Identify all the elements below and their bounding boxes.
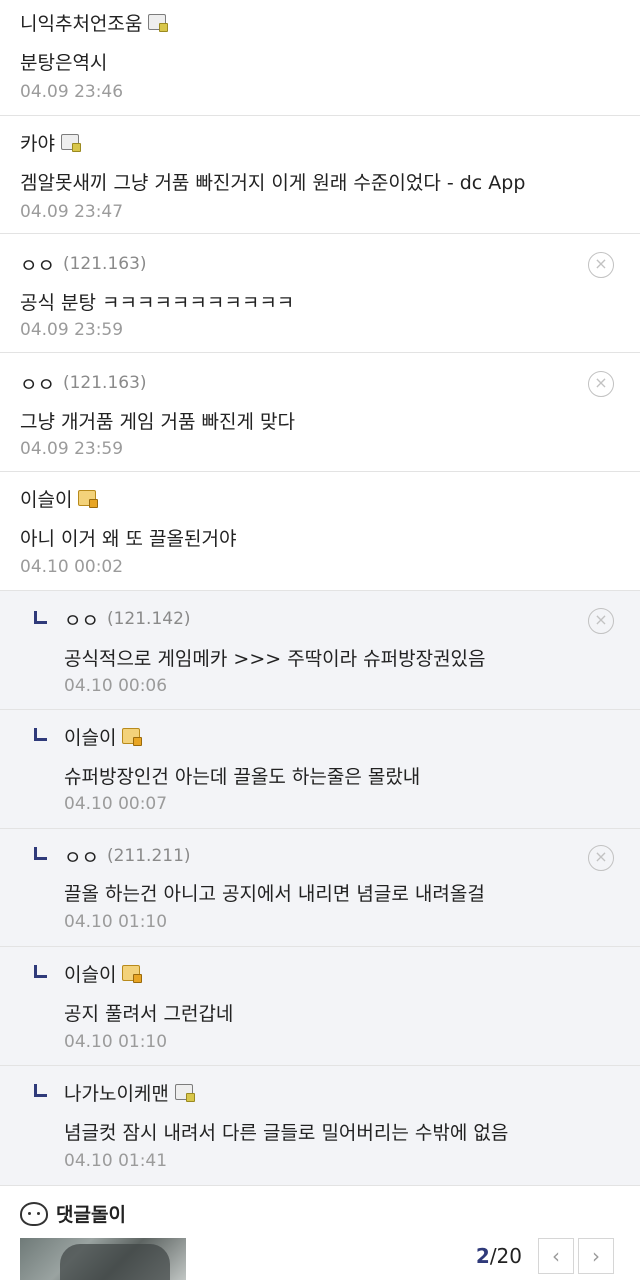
comment-text: 끌올 하는건 아니고 공지에서 내리면 념글로 내려올걸	[64, 883, 485, 905]
comment-item: ㅇㅇ (121.163) × 그냥 개거품 게임 거품 빠진게 맞다 04.09…	[0, 353, 640, 472]
comment-author[interactable]: 니익추처언조움	[20, 9, 142, 36]
comment-time: 04.10 01:10	[64, 912, 168, 932]
comment-ip: (121.163)	[62, 254, 147, 274]
comment-time: 04.09 23:59	[20, 320, 124, 340]
comment-time: 04.10 01:41	[64, 1151, 168, 1171]
delete-icon[interactable]: ×	[588, 845, 614, 871]
comment-time: 04.09 23:59	[20, 439, 124, 459]
comment-text: 그냥 개거품 게임 거품 빠진게 맞다	[20, 411, 295, 433]
comment-time: 04.10 00:02	[20, 557, 124, 577]
comment-ip: (121.142)	[106, 609, 191, 629]
comment-author[interactable]: 이슬이	[64, 960, 116, 987]
gallog-icon	[122, 965, 143, 983]
comment-time: 04.09 23:47	[20, 202, 124, 222]
comment-item: ㅇㅇ (121.163) × 공식 분탕 ㅋㅋㅋㅋㅋㅋㅋㅋㅋㅋㅋ 04.09 2…	[0, 234, 640, 353]
comment-text: 아니 이거 왜 또 끌올된거야	[20, 528, 237, 550]
reply-item: ㅇㅇ (121.142) × 공식적으로 게임메카 >>> 주딱이라 슈퍼방장권…	[0, 591, 640, 710]
reply-item: ㅇㅇ (211.211) × 끌올 하는건 아니고 공지에서 내리면 념글로 내…	[0, 829, 640, 947]
comment-text: 슈퍼방장인건 아는데 끌올도 하는줄은 몰랐내	[64, 766, 421, 788]
delete-icon[interactable]: ×	[588, 371, 614, 397]
reply-arrow-icon	[34, 728, 48, 742]
delete-icon[interactable]: ×	[588, 608, 614, 634]
total-pages: /20	[489, 1244, 522, 1268]
comment-text: 분탕은역시	[20, 52, 108, 74]
section-title: 댓글돌이	[56, 1204, 126, 1226]
reply-item: 나가노이케맨 념글컷 잠시 내려서 다른 글들로 밀어버리는 수밖에 없음 04…	[0, 1066, 640, 1186]
comment-time: 04.10 00:06	[64, 676, 168, 696]
next-button[interactable]: ›	[578, 1238, 614, 1274]
comment-item: 니익추처언조움 분탕은역시 04.09 23:46	[0, 0, 640, 116]
reply-item: 이슬이 공지 풀려서 그런갑네 04.10 01:10	[0, 947, 640, 1066]
comment-text: 공식 분탕 ㅋㅋㅋㅋㅋㅋㅋㅋㅋㅋㅋ	[20, 292, 295, 314]
gallog-icon	[148, 14, 169, 32]
comment-time: 04.09 23:46	[20, 82, 124, 102]
current-page: 2	[475, 1244, 490, 1268]
comment-ip: (121.163)	[62, 373, 147, 393]
comment-text: 공식적으로 게임메카 >>> 주딱이라 슈퍼방장권있음	[64, 648, 486, 670]
comment-author[interactable]: ㅇㅇ	[64, 606, 99, 633]
thumbnail-image[interactable]	[20, 1238, 186, 1280]
comment-item: 이슬이 아니 이거 왜 또 끌올된거야 04.10 00:02	[0, 472, 640, 591]
comment-author[interactable]: ㅇㅇ	[20, 370, 55, 397]
gallog-icon	[174, 1084, 195, 1102]
gallog-icon	[122, 728, 143, 746]
gallog-icon	[78, 490, 99, 508]
page-indicator: 2/20	[476, 1244, 522, 1268]
reply-item: 이슬이 슈퍼방장인건 아는데 끌올도 하는줄은 몰랐내 04.10 00:07	[0, 710, 640, 829]
reply-arrow-icon	[34, 847, 48, 861]
comment-author[interactable]: ㅇㅇ	[64, 843, 99, 870]
prev-button[interactable]: ‹	[538, 1238, 574, 1274]
comment-author[interactable]: 이슬이	[64, 723, 116, 750]
comment-author[interactable]: 카야	[20, 129, 55, 156]
comment-author[interactable]: 나가노이케맨	[64, 1079, 169, 1106]
delete-icon[interactable]: ×	[588, 252, 614, 278]
mascot-icon	[20, 1201, 48, 1226]
comment-item: 카야 겜알못새끼 그냥 거품 빠진거지 이게 원래 수준이었다 - dc App…	[0, 116, 640, 234]
reply-arrow-icon	[34, 611, 48, 625]
comment-ip: (211.211)	[106, 846, 191, 866]
comment-author[interactable]: 이슬이	[20, 485, 72, 512]
reply-arrow-icon	[34, 1084, 48, 1098]
section-header: 댓글돌이	[20, 1200, 126, 1227]
reply-arrow-icon	[34, 965, 48, 979]
comment-text: 념글컷 잠시 내려서 다른 글들로 밀어버리는 수밖에 없음	[64, 1122, 509, 1144]
comment-text: 공지 풀려서 그런갑네	[64, 1003, 234, 1025]
comment-text: 겜알못새끼 그냥 거품 빠진거지 이게 원래 수준이었다 - dc App	[20, 172, 526, 194]
comment-time: 04.10 01:10	[64, 1032, 168, 1052]
comment-bot-section: 댓글돌이 2/20 ‹ ›	[0, 1186, 640, 1280]
comment-author[interactable]: ㅇㅇ	[20, 251, 55, 278]
pagination: 2/20 ‹ ›	[476, 1238, 614, 1274]
gallog-icon	[60, 134, 81, 152]
comment-time: 04.10 00:07	[64, 794, 168, 814]
